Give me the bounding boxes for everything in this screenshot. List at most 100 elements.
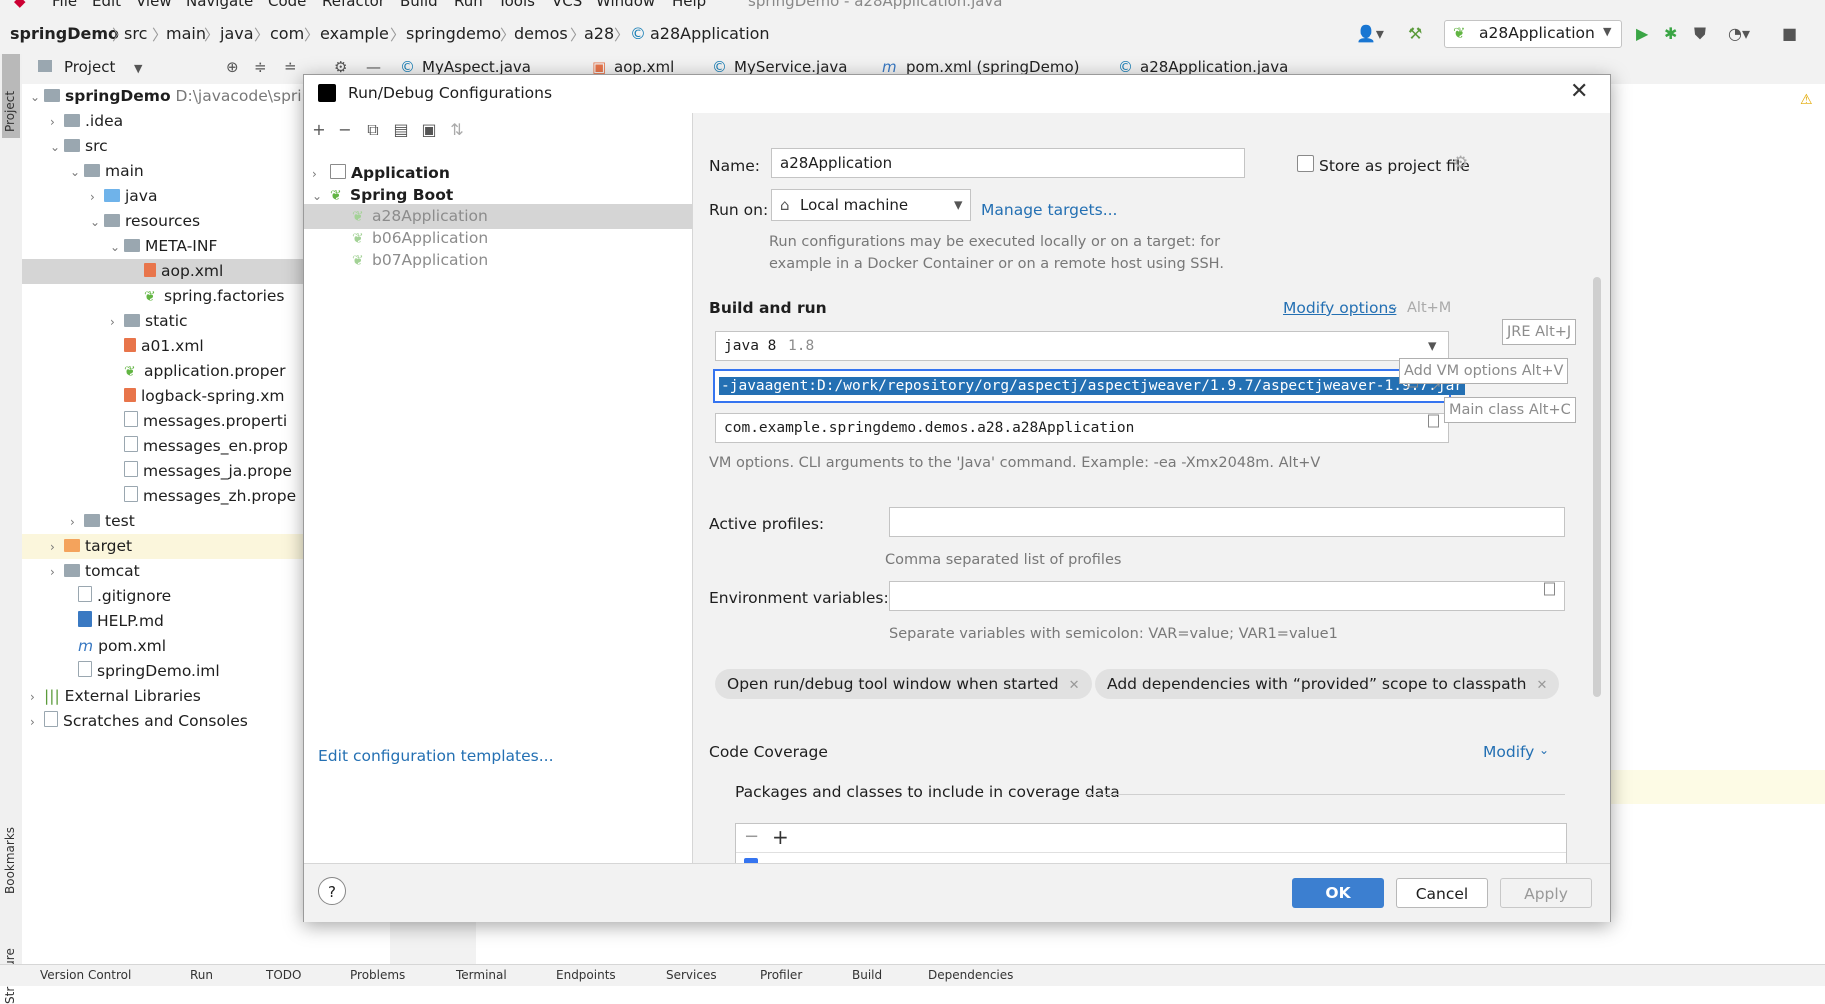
browse-icon[interactable] — [1428, 414, 1439, 428]
jre-shortcut-hint[interactable]: JRE Alt+J — [1502, 319, 1577, 345]
name-input[interactable]: a28Application — [771, 148, 1245, 178]
stop-icon[interactable]: ■ — [1782, 24, 1797, 43]
breadcrumb-springdemo[interactable]: springdemo — [406, 24, 501, 43]
menu-tools[interactable]: Tools — [498, 0, 535, 10]
manage-targets-link[interactable]: Manage targets... — [981, 201, 1117, 219]
profiler-icon[interactable]: ◔▾ — [1728, 24, 1750, 43]
run-on-select[interactable]: ⌂ Local machine ▼ — [771, 189, 971, 221]
breadcrumb-java[interactable]: java — [220, 24, 254, 43]
environment-variables-input[interactable] — [889, 581, 1565, 611]
status-version-control[interactable]: Version Control — [40, 968, 131, 982]
close-icon[interactable]: ✕ — [1537, 678, 1548, 693]
add-icon[interactable]: + — [772, 825, 789, 849]
status-build[interactable]: Build — [852, 968, 882, 982]
breadcrumb-src[interactable]: src — [124, 24, 147, 43]
menu-run[interactable]: Run — [454, 0, 483, 10]
modify-options-link[interactable]: Modify options — [1283, 299, 1396, 317]
status-todo[interactable]: TODO — [266, 968, 301, 982]
tree-node-external-libraries[interactable]: › ||| External Libraries — [30, 684, 201, 709]
menu-vcs[interactable]: VCS — [552, 0, 582, 10]
tree-node-scratches[interactable]: › Scratches and Consoles — [30, 709, 248, 734]
menu-help[interactable]: Help — [672, 0, 706, 10]
tree-node-messages-ja[interactable]: messages_ja.prope — [124, 459, 292, 484]
move-to-folder-icon[interactable]: ▣ — [420, 121, 438, 139]
breadcrumb-class[interactable]: a28Application — [650, 24, 770, 43]
breadcrumb-com[interactable]: com — [270, 24, 304, 43]
browse-icon[interactable] — [1544, 582, 1555, 596]
status-problems[interactable]: Problems — [350, 968, 405, 982]
tree-node-messages-en[interactable]: messages_en.prop — [124, 434, 288, 459]
tree-node-target[interactable]: › target — [22, 534, 304, 559]
main-class-input[interactable]: com.example.springdemo.demos.a28.a28Appl… — [715, 413, 1449, 443]
tree-node-application-properties[interactable]: ❦ application.proper — [124, 359, 286, 384]
coverage-shield-icon[interactable]: ⛊ — [1694, 24, 1706, 44]
tree-node-tomcat[interactable]: › tomcat — [50, 559, 140, 584]
remove-icon[interactable]: − — [744, 826, 759, 847]
status-dependencies[interactable]: Dependencies — [928, 968, 1013, 982]
menu-edit[interactable]: Edit — [92, 0, 121, 10]
modify-link[interactable]: Modify — [1483, 743, 1534, 761]
menu-window[interactable]: Window — [596, 0, 655, 10]
collapse-all-icon[interactable]: ≑ — [254, 58, 267, 76]
save-icon[interactable]: ▤ — [392, 121, 410, 139]
status-endpoints[interactable]: Endpoints — [556, 968, 616, 982]
bookmarks-tool-label[interactable]: Bookmarks — [3, 827, 17, 894]
close-icon[interactable]: ✕ — [1069, 678, 1080, 693]
edit-configuration-templates-link[interactable]: Edit configuration templates... — [318, 747, 554, 765]
close-icon[interactable]: ✕ — [1570, 79, 1588, 104]
status-services[interactable]: Services — [666, 968, 717, 982]
main-class-shortcut-hint[interactable]: Main class Alt+C — [1444, 397, 1576, 423]
tree-node-gitignore[interactable]: .gitignore — [78, 584, 171, 609]
menu-code[interactable]: Code — [268, 0, 306, 10]
warning-icon[interactable]: ⚠ — [1800, 92, 1813, 108]
tree-node-a01-xml[interactable]: a01.xml — [124, 334, 204, 359]
tree-node-resources[interactable]: ⌄ resources — [90, 209, 200, 234]
coverage-packages-list[interactable]: − + — [735, 823, 1567, 863]
provided-scope-chip[interactable]: Add dependencies with “provided” scope t… — [1095, 669, 1560, 699]
tree-node-logback[interactable]: logback-spring.xm — [124, 384, 285, 409]
tree-node-root[interactable]: ⌄ springDemo D:\javacode\sprin — [30, 84, 304, 109]
tree-node-test[interactable]: › test — [70, 509, 135, 534]
ok-button[interactable]: OK — [1292, 878, 1384, 908]
menu-view[interactable]: View — [136, 0, 172, 10]
apply-button[interactable]: Apply — [1500, 878, 1592, 908]
menu-build[interactable]: Build — [400, 0, 438, 10]
build-hammer-icon[interactable]: ⚒ — [1408, 24, 1422, 43]
cancel-button[interactable]: Cancel — [1396, 878, 1488, 908]
project-panel-title[interactable]: Project — [64, 58, 115, 76]
target-locate-icon[interactable]: ⊕ — [226, 58, 239, 76]
tree-node-idea[interactable]: › .idea — [50, 109, 123, 134]
add-icon[interactable]: + — [310, 121, 328, 139]
vm-options-input[interactable]: -javaagent:D:/work/repository/org/aspect… — [713, 369, 1466, 403]
tree-node-messages[interactable]: messages.properti — [124, 409, 287, 434]
breadcrumb-example[interactable]: example — [320, 24, 389, 43]
expand-icon[interactable]: ≐ — [284, 58, 297, 76]
sort-icon[interactable]: ⇅ — [448, 121, 466, 139]
chevron-down-icon[interactable]: ⌄ — [1389, 299, 1399, 313]
breadcrumb-demos[interactable]: demos — [514, 24, 568, 43]
chevron-down-icon[interactable]: ▼ — [134, 62, 142, 75]
user-icon[interactable]: 👤▾ — [1356, 24, 1384, 43]
tree-node-b07application[interactable]: ❦ b07Application — [352, 248, 488, 273]
tree-node-meta-inf[interactable]: ⌄ META-INF — [110, 234, 217, 259]
run-configuration-combo[interactable]: ❦ a28Application ▼ — [1444, 20, 1622, 48]
tree-node-java[interactable]: › java — [90, 184, 157, 209]
tree-node-src[interactable]: ⌄ src — [50, 134, 108, 159]
menu-navigate[interactable]: Navigate — [186, 0, 253, 10]
project-tool-label[interactable]: Project — [3, 91, 17, 132]
tree-node-main[interactable]: ⌄ main — [70, 159, 144, 184]
store-as-project-file-checkbox[interactable] — [1297, 155, 1314, 172]
scrollbar-thumb[interactable] — [1593, 277, 1601, 697]
help-button[interactable]: ? — [318, 877, 346, 905]
tree-node-spring-factories[interactable]: ❦ spring.factories — [144, 284, 285, 309]
breadcrumb-main[interactable]: main — [166, 24, 206, 43]
gear-icon[interactable]: ⚙ — [1453, 153, 1468, 173]
active-profiles-input[interactable] — [889, 507, 1565, 537]
tree-node-pom-xml[interactable]: m pom.xml — [78, 634, 166, 659]
status-profiler[interactable]: Profiler — [760, 968, 802, 982]
tree-node-iml[interactable]: springDemo.iml — [78, 659, 220, 684]
jre-select[interactable]: java 8 1.8 ▼ — [715, 331, 1449, 361]
chevron-down-icon[interactable]: ⌄ — [1539, 743, 1549, 757]
status-terminal[interactable]: Terminal — [456, 968, 507, 982]
remove-icon[interactable]: − — [336, 121, 354, 139]
